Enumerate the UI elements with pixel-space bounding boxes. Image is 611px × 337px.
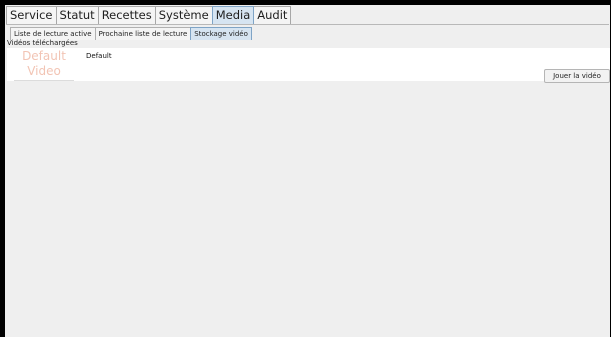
main-tab-bar: Service Statut Recettes Système Media Au…: [6, 6, 609, 25]
video-list-panel: Default Video Default Jouer la vidéo: [7, 48, 610, 83]
tab-service[interactable]: Service: [6, 6, 57, 24]
tab-statut[interactable]: Statut: [55, 6, 99, 24]
app-window: Service Statut Recettes Système Media Au…: [5, 5, 610, 337]
thumbnail-text-line2: Video: [27, 64, 61, 78]
play-video-button[interactable]: Jouer la vidéo: [544, 69, 610, 83]
tab-media[interactable]: Media: [211, 6, 255, 24]
downloaded-videos-label: Vidéos téléchargées: [7, 39, 78, 47]
video-thumbnail[interactable]: Default Video: [14, 49, 74, 81]
video-name: Default: [86, 52, 112, 60]
tab-recettes[interactable]: Recettes: [97, 6, 156, 24]
thumbnail-text-line1: Default: [22, 49, 66, 63]
tab-next-playlist[interactable]: Prochaine liste de lecture: [94, 27, 192, 40]
tab-audit[interactable]: Audit: [253, 6, 292, 24]
tab-systeme[interactable]: Système: [154, 6, 213, 24]
tab-video-storage[interactable]: Stockage vidéo: [190, 27, 252, 40]
